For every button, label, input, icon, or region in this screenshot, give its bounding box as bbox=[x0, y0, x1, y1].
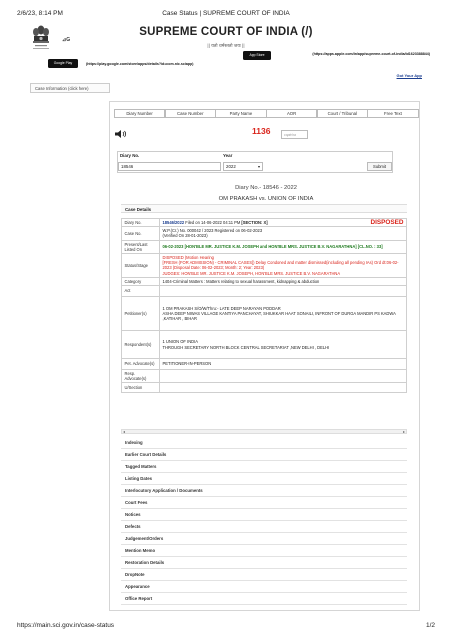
scroll-right-icon[interactable]: ▸ bbox=[403, 429, 405, 434]
diary-number-value: 18546/2022 bbox=[162, 220, 185, 225]
status-judges: JUDGES: HON'BLE MR. JUSTICE K.M. JOSEPH,… bbox=[162, 270, 341, 276]
last-listed-value: 06-02-2023 [HON'BLE MR. JUSTICE K.M. JOS… bbox=[159, 239, 407, 255]
tab-aor[interactable]: AOR bbox=[266, 109, 318, 118]
row-key: Petitioner(s) bbox=[121, 296, 160, 332]
site-motto: || यतो धर्मस्ततो जयः || bbox=[207, 43, 245, 48]
respondent-address: THROUGH SECRETARY NORTH BLOCK CENTRAL SE… bbox=[162, 344, 330, 350]
row-key: Status/Stage bbox=[121, 253, 160, 278]
section-interlocutory-application[interactable]: Interlocutory Application / Documents bbox=[121, 485, 407, 497]
row-value: W.P.(Cr.) No. 000042 / 2023 Registered o… bbox=[159, 226, 407, 241]
table-row: U/Section bbox=[121, 382, 407, 394]
table-row: Resp. Advocate(s) bbox=[121, 369, 407, 384]
emblem-icon bbox=[33, 25, 49, 49]
captcha-input[interactable]: captcha bbox=[281, 130, 308, 139]
row-key: Category bbox=[121, 276, 160, 287]
table-row: Case No. W.P.(Cr.) No. 000042 / 2023 Reg… bbox=[121, 226, 407, 241]
table-row: Diary No. DISPOSED 18546/2022 Filed on 1… bbox=[121, 217, 407, 228]
section-dropnote[interactable]: DropNote bbox=[121, 569, 407, 581]
category-value: 1404-Criminal Matters : Matters relating… bbox=[159, 276, 407, 287]
table-row: Status/Stage DISPOSED (Motion Hearing [F… bbox=[121, 253, 407, 278]
table-row: Pet. Advocate(s) PETITIONER-IN-PERSON bbox=[121, 358, 407, 371]
case-details-header[interactable]: Case Details bbox=[121, 204, 407, 213]
print-doc-title: Case Status | SUPREME COURT OF INDIA bbox=[162, 10, 290, 17]
horizontal-scrollbar[interactable]: ◂ ▸ bbox=[121, 429, 407, 434]
year-select-value: 2022 bbox=[226, 164, 236, 169]
diary-no-label: Diary No. bbox=[120, 153, 140, 158]
section-court-fees[interactable]: Court Fees bbox=[121, 497, 407, 509]
year-label: Year bbox=[223, 153, 233, 158]
site-title[interactable]: SUPREME COURT OF INDIA (/) bbox=[120, 26, 332, 38]
section-listing-dates[interactable]: Listing Dates bbox=[121, 473, 407, 485]
section-restoration-details[interactable]: Restoration Details bbox=[121, 557, 407, 569]
pet-advocate-value: PETITIONER-IN-PERSON bbox=[159, 358, 407, 371]
captcha-value: 1136 bbox=[252, 126, 271, 136]
row-key: Diary No. bbox=[121, 217, 160, 228]
tab-free-text[interactable]: Free Text bbox=[367, 109, 419, 118]
print-footer: https://main.sci.gov.in/case-status 1/2 bbox=[17, 622, 435, 632]
filed-on-value: Filed on 14-06-2022 04:11 PM bbox=[184, 220, 242, 225]
row-value: DISPOSED 18546/2022 Filed on 14-06-2022 … bbox=[159, 217, 407, 228]
google-play-badge[interactable]: Google Play bbox=[48, 59, 78, 68]
submit-button[interactable]: Submit bbox=[367, 162, 392, 171]
diary-no-input[interactable]: 18546 bbox=[118, 162, 221, 171]
tab-diary-number[interactable]: Diary Number bbox=[114, 109, 166, 118]
section-appearance[interactable]: Appearance bbox=[121, 581, 407, 593]
section-indexing[interactable]: Indexing bbox=[121, 437, 407, 449]
table-row: Respondent(s) 1 UNION OF INDIA THROUGH S… bbox=[121, 330, 407, 360]
row-key: Case No. bbox=[121, 226, 160, 241]
resp-advocate-value bbox=[159, 369, 407, 384]
table-row: Act bbox=[121, 285, 407, 298]
chevron-down-icon: ▾ bbox=[257, 164, 260, 169]
print-page-number: 1/2 bbox=[425, 622, 435, 629]
row-value: DISPOSED (Motion Hearing [FRESH (FOR ADM… bbox=[159, 253, 407, 278]
print-url: https://main.sci.gov.in/case-status bbox=[17, 622, 115, 629]
status-line-2: [FRESH (FOR ADMISSION) - CRIMINAL CASES]… bbox=[162, 260, 399, 271]
row-key: Act bbox=[121, 285, 160, 298]
tab-party-name[interactable]: Party Name bbox=[215, 109, 267, 118]
row-key: U/Section bbox=[121, 382, 160, 394]
section-office-report[interactable]: Office Report bbox=[121, 593, 407, 605]
case-information-button[interactable]: Case Information (click here) bbox=[30, 83, 110, 93]
case-verified-value: (Verified On 28-01-2023) bbox=[162, 233, 208, 239]
row-value: 1 UNION OF INDIA THROUGH SECRETARY NORTH… bbox=[159, 330, 407, 360]
row-key: Pet. Advocate(s) bbox=[121, 358, 160, 371]
table-row: Petitioner(s) 1 OM PRAKASH S/O/W/Thru:- … bbox=[121, 296, 407, 332]
row-key: Present/Last Listed On bbox=[121, 239, 160, 255]
u-section-value bbox=[159, 382, 407, 394]
scroll-left-icon[interactable]: ◂ bbox=[123, 429, 125, 434]
tab-court-tribunal[interactable]: Court / Tribunal bbox=[316, 109, 368, 118]
section-defects[interactable]: Defects bbox=[121, 521, 407, 533]
tab-case-number[interactable]: Case Number bbox=[164, 109, 216, 118]
print-header: 2/6/23, 8:14 PM Case Status | SUPREME CO… bbox=[17, 10, 435, 20]
row-key: Respondent(s) bbox=[121, 330, 160, 360]
petitioner-address: ASHA DEEP NIWAS VILLAGE KANTIYA PANCHAYA… bbox=[162, 310, 396, 322]
result-diary-line: Diary No.- 18546 - 2022 bbox=[235, 185, 297, 191]
table-row: Category 1404-Criminal Matters : Matters… bbox=[121, 276, 407, 287]
section-value: [SECTION: X] bbox=[241, 220, 268, 225]
collapsible-sections: Indexing Earlier Court Details Tagged Ma… bbox=[121, 437, 407, 605]
case-details-table: Diary No. DISPOSED 18546/2022 Filed on 1… bbox=[121, 217, 407, 394]
table-row: Present/Last Listed On 06-02-2023 [HON'B… bbox=[121, 239, 407, 255]
section-earlier-court-details[interactable]: Earlier Court Details bbox=[121, 449, 407, 461]
year-select[interactable]: 2022 ▾ bbox=[223, 162, 263, 171]
result-parties-line: OM PRAKASH vs. UNION OF INDIA bbox=[218, 196, 314, 202]
section-notices[interactable]: Notices bbox=[121, 509, 407, 521]
row-key: Resp. Advocate(s) bbox=[121, 369, 160, 384]
row-value: 1 OM PRAKASH S/O/W/Thru:- LATE DEEP NARA… bbox=[159, 296, 407, 332]
act-value bbox=[159, 285, 407, 298]
section-tagged-matters[interactable]: Tagged Matters bbox=[121, 461, 407, 473]
search-tabs: Diary Number Case Number Party Name AOR … bbox=[114, 109, 419, 118]
section-mention-memo[interactable]: Mention Memo bbox=[121, 545, 407, 557]
speaker-icon[interactable] bbox=[114, 129, 128, 139]
header-small-icon: ⊿G bbox=[62, 37, 71, 43]
status-badge: DISPOSED bbox=[370, 219, 404, 226]
ios-app-link[interactable]: (https://apps.apple.com/in/app/supreme-c… bbox=[262, 52, 430, 56]
got-your-app-link[interactable]: Got Your App bbox=[397, 73, 422, 78]
section-judgement-orders[interactable]: Judgement/Orders bbox=[121, 533, 407, 545]
android-app-link[interactable]: (https://play.google.com/store/apps/deta… bbox=[86, 62, 193, 66]
